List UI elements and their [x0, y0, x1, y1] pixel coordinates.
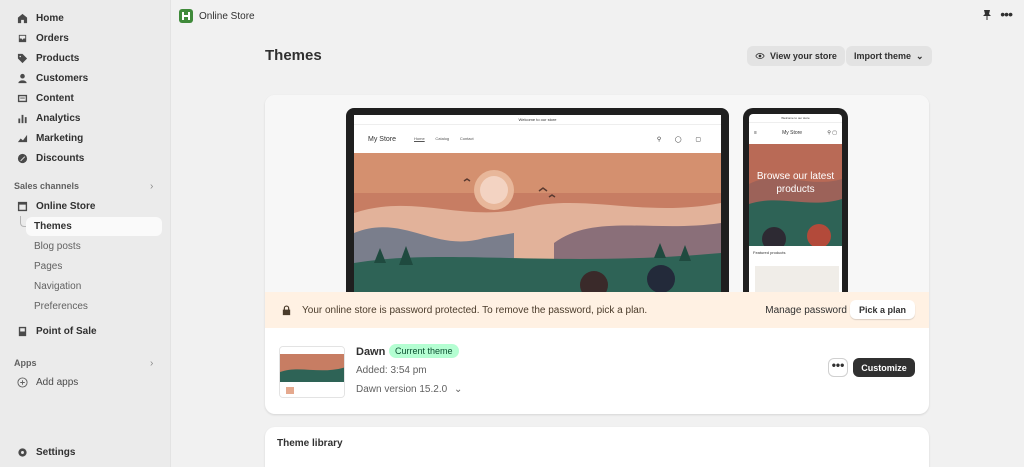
content-icon [16, 93, 28, 105]
theme-added-time: Added: 3:54 pm [356, 365, 427, 376]
app-title: Online Store [199, 10, 255, 22]
sales-channels-label: Sales channels [14, 181, 80, 191]
sidebar: Home Orders Products Customers Content A… [0, 0, 171, 467]
store-nav-link: Home [414, 136, 425, 141]
pos-icon [16, 326, 28, 338]
eye-icon [755, 53, 765, 59]
theme-library-title: Theme library [277, 438, 343, 449]
sidebar-item-label: Marketing [36, 133, 84, 144]
banner-message: Your online store is password protected.… [302, 304, 648, 316]
mobile-hero-heading: Browse our latest products [756, 171, 835, 195]
gear-icon [16, 447, 28, 459]
pin-icon[interactable] [982, 9, 992, 24]
sidebar-item-analytics[interactable]: Analytics [8, 109, 162, 128]
sidebar-item-label: Home [36, 13, 64, 24]
theme-preview: Welcome to our store My Store Home Catal… [265, 95, 929, 292]
sidebar-item-label: Online Store [36, 201, 96, 212]
current-theme-badge: Current theme [389, 344, 459, 358]
sidebar-item-point-of-sale[interactable]: Point of Sale [8, 322, 162, 341]
desktop-preview: Welcome to our store My Store Home Catal… [346, 108, 729, 292]
sidebar-item-label: Point of Sale [36, 326, 97, 337]
store-nav-link: Catalog [435, 136, 450, 141]
import-theme-button[interactable]: Import theme ⌄ [846, 46, 932, 66]
sidebar-item-customers[interactable]: Customers [8, 69, 162, 88]
marketing-icon [16, 133, 28, 145]
pick-plan-button[interactable]: Pick a plan [849, 300, 915, 319]
storefront-icon [16, 201, 28, 213]
theme-actions-button[interactable]: ••• [828, 358, 848, 377]
sidebar-item-label: Add apps [36, 377, 79, 388]
sidebar-item-home[interactable]: Home [8, 9, 162, 28]
store-nav-link: Contact [459, 136, 474, 141]
sidebar-item-settings[interactable]: Settings [8, 443, 162, 462]
view-store-button[interactable]: View your store [747, 46, 845, 66]
password-banner: Your online store is password protected.… [265, 292, 929, 328]
more-options-icon[interactable]: ••• [1000, 6, 1013, 22]
sidebar-item-label: Content [36, 93, 74, 104]
sidebar-item-add-apps[interactable]: Add apps [8, 373, 162, 392]
theme-version-dropdown[interactable]: Dawn version 15.2.0 ⌄ [356, 384, 462, 395]
mobile-featured-heading: Featured products [753, 250, 786, 255]
hero-illustration [354, 153, 721, 292]
sidebar-item-navigation[interactable]: Navigation [26, 277, 162, 296]
theme-name: Dawn [356, 346, 386, 358]
sidebar-item-discounts[interactable]: Discounts [8, 149, 162, 168]
theme-library-card: Theme library [265, 427, 929, 467]
theme-version-label: Dawn version 15.2.0 [356, 384, 448, 395]
sidebar-item-marketing[interactable]: Marketing [8, 129, 162, 148]
view-store-label: View your store [770, 51, 837, 61]
sidebar-item-themes[interactable]: Themes [26, 217, 162, 236]
mobile-announcement: Welcome to our store [749, 114, 842, 123]
mobile-preview: Welcome to our store ≡ My Store ⚲ ▢ Brow… [743, 108, 848, 292]
sidebar-item-products[interactable]: Products [8, 49, 162, 68]
apps-label: Apps [14, 358, 37, 368]
sidebar-item-orders[interactable]: Orders [8, 29, 162, 48]
sidebar-item-label: Settings [36, 447, 76, 458]
sidebar-item-pages[interactable]: Pages [26, 257, 162, 276]
sidebar-item-label: Orders [36, 33, 69, 44]
sidebar-item-label: Products [36, 53, 80, 64]
manage-password-link[interactable]: Manage password [765, 305, 847, 316]
store-header: My Store Home Catalog Contact ⚲ ◯ ▢ [354, 125, 721, 153]
online-store-icon [179, 9, 193, 23]
plus-circle-icon [16, 377, 28, 389]
customize-button[interactable]: Customize [853, 358, 915, 377]
chevron-down-icon: ⌄ [453, 384, 463, 395]
sidebar-item-label: Analytics [36, 113, 81, 124]
page-title: Themes [265, 47, 322, 64]
sidebar-item-blog-posts[interactable]: Blog posts [26, 237, 162, 256]
mobile-featured-image [755, 266, 839, 292]
announcement-bar: Welcome to our store [354, 115, 721, 125]
mobile-brand: My Store [782, 130, 803, 136]
store-brand: My Store [368, 135, 397, 143]
mobile-header-icons: ⚲ ▢ [827, 130, 837, 136]
sidebar-item-preferences[interactable]: Preferences [26, 297, 162, 316]
current-theme-row: Dawn Current theme Added: 3:54 pm Dawn v… [265, 328, 929, 414]
chevron-right-icon[interactable]: › [150, 181, 153, 192]
person-icon [16, 73, 28, 85]
home-icon [16, 13, 28, 25]
sidebar-item-online-store[interactable]: Online Store [8, 197, 162, 216]
theme-thumbnail [279, 346, 345, 398]
store-header-icons: ⚲ ◯ ▢ [656, 136, 707, 143]
topbar: Online Store ••• [171, 0, 1024, 32]
analytics-icon [16, 113, 28, 125]
mobile-header: ≡ My Store ⚲ ▢ [749, 123, 842, 143]
current-theme-card: Welcome to our store My Store Home Catal… [265, 95, 929, 414]
chevron-right-icon[interactable]: › [150, 358, 153, 369]
chevron-down-icon: ⌄ [916, 50, 924, 61]
sidebar-item-label: Customers [36, 73, 89, 84]
lock-icon [282, 304, 291, 315]
import-theme-label: Import theme [854, 51, 912, 61]
discount-icon [16, 153, 28, 165]
sidebar-item-label: Discounts [36, 153, 85, 164]
orders-icon [16, 33, 28, 45]
sidebar-item-content[interactable]: Content [8, 89, 162, 108]
tag-icon [16, 53, 28, 65]
